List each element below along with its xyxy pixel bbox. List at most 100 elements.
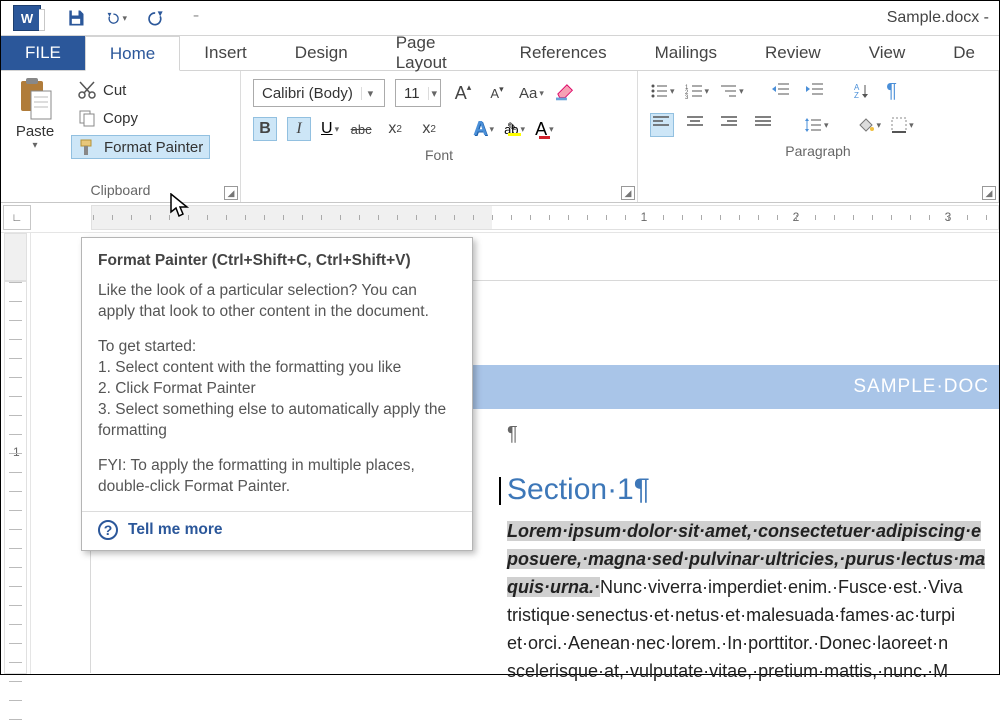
group-paragraph: ▾ 123▾ ▾ AZ ¶ ▾ ▾ ▾ Para [638, 71, 999, 202]
tab-file[interactable]: FILE [1, 36, 85, 70]
qat-customize-icon[interactable]: ⁼ [185, 7, 207, 29]
align-center-button[interactable] [684, 113, 708, 137]
clear-formatting-button[interactable] [554, 81, 578, 105]
tooltip-steps: To get started: 1. Select content with t… [98, 336, 456, 441]
section-heading: Section·1¶ [507, 473, 650, 507]
tell-me-more-label: Tell me more [128, 521, 222, 539]
quick-access-toolbar: ▾ ⁼ [65, 7, 207, 29]
bullets-icon [650, 83, 668, 99]
help-icon: ? [98, 520, 118, 540]
tab-selector[interactable]: ∟ [3, 205, 31, 230]
tab-page-layout[interactable]: Page Layout [372, 36, 496, 70]
paste-dropdown-icon[interactable]: ▾ [32, 140, 37, 151]
indent-icon [806, 81, 826, 101]
multilevel-icon [719, 83, 737, 99]
clipboard-launcher-icon[interactable]: ◢ [224, 186, 238, 200]
grow-font-button[interactable]: A▴ [451, 81, 475, 105]
scissors-icon [77, 81, 97, 99]
tab-mailings[interactable]: Mailings [631, 36, 741, 70]
ribbon-tabs: FILE Home Insert Design Page Layout Refe… [1, 36, 999, 71]
tab-view[interactable]: View [845, 36, 930, 70]
sort-icon: AZ [854, 83, 870, 99]
vertical-ruler[interactable]: 1 [1, 233, 31, 674]
document-title: Sample.docx - [207, 9, 999, 27]
svg-text:Z: Z [854, 91, 859, 99]
tooltip-paragraph: Like the look of a particular selection?… [98, 280, 456, 322]
numbering-icon: 123 [685, 83, 703, 99]
format-painter-label: Format Painter [104, 139, 203, 156]
show-marks-button[interactable]: ¶ [880, 79, 904, 103]
borders-button[interactable]: ▾ [891, 117, 914, 133]
group-font: Calibri (Body)▾ 11▾ A▴ A▾ Aa▾ B I U▾ abc… [241, 71, 638, 202]
tab-review[interactable]: Review [741, 36, 845, 70]
copy-icon [77, 109, 97, 127]
svg-text:3: 3 [685, 95, 689, 99]
multilevel-list-button[interactable]: ▾ [719, 83, 744, 99]
line-spacing-button[interactable]: ▾ [804, 117, 829, 133]
paste-button[interactable]: Paste ▾ [9, 75, 61, 180]
increase-indent-button[interactable] [804, 79, 828, 103]
paste-label: Paste [16, 123, 54, 140]
tab-home[interactable]: Home [85, 36, 180, 71]
align-right-icon [720, 115, 740, 135]
align-right-button[interactable] [718, 113, 742, 137]
numbering-button[interactable]: 123▾ [685, 83, 710, 99]
font-name-value: Calibri (Body) [254, 85, 361, 102]
bullets-button[interactable]: ▾ [650, 83, 675, 99]
justify-icon [754, 115, 774, 135]
chevron-down-icon[interactable]: ▾ [428, 87, 440, 100]
cut-button[interactable]: Cut [71, 79, 210, 101]
text-caret [499, 477, 501, 505]
copy-button[interactable]: Copy [71, 107, 210, 129]
text-effects-button[interactable]: A▾ [473, 118, 494, 141]
font-launcher-icon[interactable]: ◢ [621, 186, 635, 200]
clipboard-paste-icon [17, 77, 53, 121]
align-left-button[interactable] [650, 113, 674, 137]
group-paragraph-label: Paragraph [646, 141, 990, 161]
superscript-button[interactable]: x2 [417, 117, 441, 141]
shading-button[interactable]: ▾ [857, 117, 882, 133]
outdent-icon [772, 81, 792, 101]
justify-button[interactable] [752, 113, 776, 137]
format-painter-button[interactable]: Format Painter [71, 135, 210, 159]
body-text[interactable]: Lorem·ipsum·dolor·sit·amet,·consectetuer… [507, 517, 999, 685]
bold-button[interactable]: B [253, 117, 277, 141]
paragraph-mark: ¶ [507, 423, 518, 446]
font-size-value: 11 [396, 85, 428, 102]
borders-icon [891, 117, 907, 133]
title-bar: W ▾ ⁼ Sample.docx - [1, 1, 999, 36]
subscript-button[interactable]: x2 [383, 117, 407, 141]
redo-icon[interactable] [145, 7, 167, 29]
line-spacing-icon [804, 117, 822, 133]
horizontal-ruler[interactable]: 1 2 3 [91, 205, 999, 230]
decrease-indent-button[interactable] [770, 79, 794, 103]
tab-references[interactable]: References [496, 36, 631, 70]
italic-button[interactable]: I [287, 117, 311, 141]
undo-icon[interactable]: ▾ [105, 7, 127, 29]
strikethrough-button[interactable]: abc [349, 117, 373, 141]
paint-bucket-icon [857, 117, 875, 133]
copy-label: Copy [103, 110, 138, 127]
tab-design[interactable]: Design [271, 36, 372, 70]
save-icon[interactable] [65, 7, 87, 29]
eraser-icon [556, 83, 576, 103]
format-painter-tooltip: Format Painter (Ctrl+Shift+C, Ctrl+Shift… [81, 237, 473, 551]
tab-insert[interactable]: Insert [180, 36, 271, 70]
font-size-combo[interactable]: 11▾ [395, 79, 441, 107]
ribbon: Paste ▾ Cut Copy Format Painter Clipboar… [1, 71, 999, 203]
change-case-button[interactable]: Aa▾ [519, 85, 544, 102]
underline-button[interactable]: U▾ [321, 120, 339, 138]
font-name-combo[interactable]: Calibri (Body)▾ [253, 79, 385, 107]
format-painter-icon [78, 138, 98, 156]
font-color-button[interactable]: A▾ [535, 119, 554, 140]
sort-button[interactable]: AZ [854, 83, 870, 99]
chevron-down-icon[interactable]: ▾ [361, 87, 379, 100]
cut-label: Cut [103, 82, 126, 99]
shrink-font-button[interactable]: A▾ [485, 81, 509, 105]
paragraph-launcher-icon[interactable]: ◢ [982, 186, 996, 200]
word-app-icon: W [13, 5, 41, 31]
highlight-button[interactable]: ab✎▾ [504, 122, 525, 137]
ruler-row: ∟ 1 2 3 [1, 203, 999, 233]
tell-me-more-link[interactable]: ? Tell me more [98, 520, 456, 540]
tab-more[interactable]: De [929, 36, 999, 70]
